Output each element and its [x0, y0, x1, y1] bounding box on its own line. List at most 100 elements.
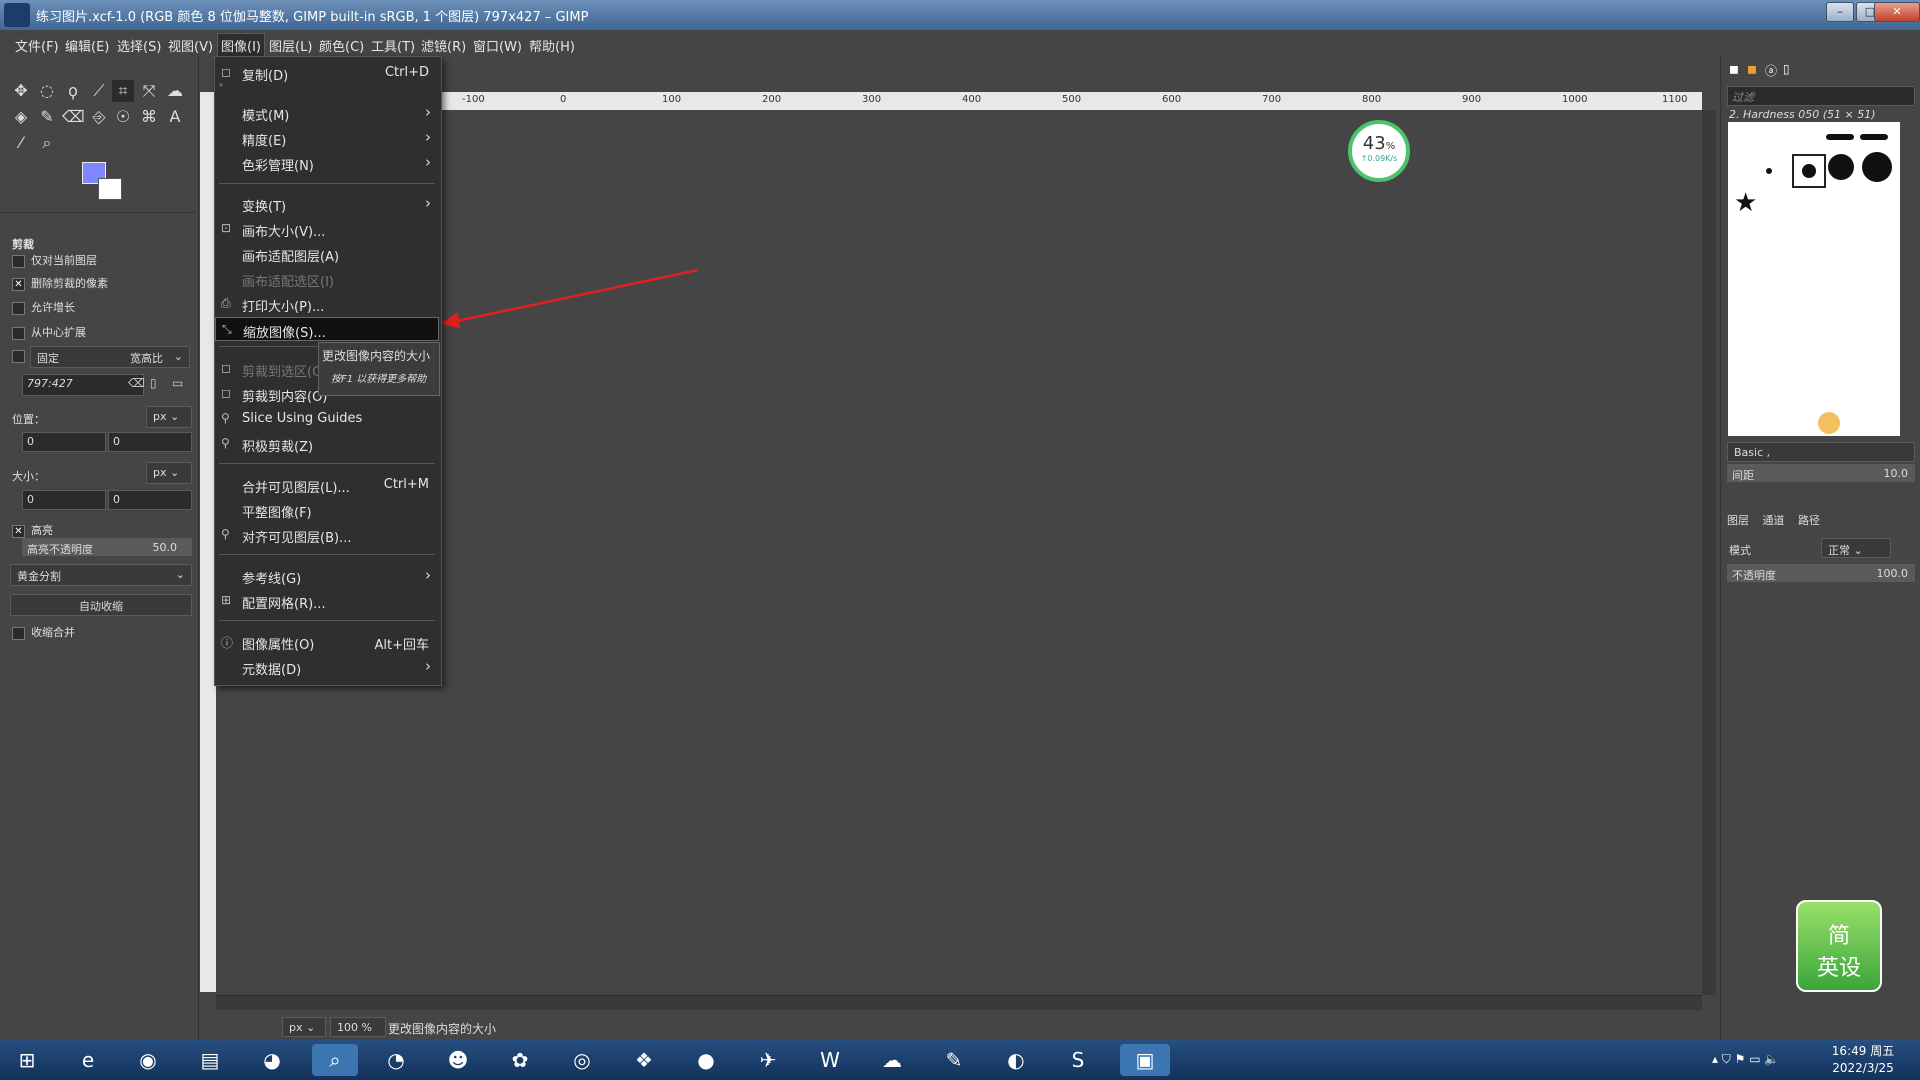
- brush-item[interactable]: [1828, 154, 1854, 180]
- size-unit-select[interactable]: px ⌄: [146, 462, 192, 484]
- menu-duplicate[interactable]: ◻ 复制(D) Ctrl+D: [215, 61, 439, 85]
- wps-icon[interactable]: W: [812, 1044, 848, 1076]
- layer-mode-select[interactable]: 正常 ⌄: [1821, 538, 1891, 558]
- paths-icon[interactable]: ⌘: [138, 106, 160, 128]
- gimp-task-icon[interactable]: ▣: [1120, 1044, 1170, 1076]
- highlight-checkbox[interactable]: ✕ 高亮: [12, 522, 53, 538]
- menu-filters[interactable]: 滤镜(R): [418, 34, 469, 57]
- highlight-opacity-slider[interactable]: 高亮不透明度 50.0: [22, 538, 192, 556]
- menu-color-management[interactable]: 色彩管理(N) ›: [215, 151, 439, 175]
- zoom-tool-icon[interactable]: ⌕: [36, 132, 58, 154]
- position-unit-select[interactable]: px ⌄: [146, 406, 192, 428]
- folder-icon[interactable]: ▤: [192, 1044, 228, 1076]
- brush-item-selected[interactable]: [1792, 154, 1826, 188]
- menu-image-properties[interactable]: ⓘ 图像属性(O) Alt+回车: [215, 630, 439, 654]
- size-y-input[interactable]: 0: [108, 490, 192, 510]
- lasso-icon[interactable]: ϙ: [62, 80, 84, 102]
- menu-print-size[interactable]: ⎙ 打印大小(P)...: [215, 292, 439, 316]
- vertical-scrollbar[interactable]: [1702, 110, 1716, 995]
- sogou-icon[interactable]: S: [1060, 1044, 1096, 1076]
- brush-item[interactable]: [1862, 152, 1892, 182]
- brush-item[interactable]: [1860, 134, 1888, 140]
- fonts-tab-icon[interactable]: ⓐ: [1765, 62, 1777, 79]
- menu-metadata[interactable]: 元数据(D) ›: [215, 655, 439, 679]
- menu-windows[interactable]: 窗口(W): [470, 34, 525, 57]
- star-brush-icon[interactable]: ★: [1734, 188, 1757, 218]
- unit-select[interactable]: px ⌄: [282, 1017, 326, 1037]
- size-x-input[interactable]: 0: [22, 490, 106, 510]
- menu-zealous-crop[interactable]: ⚲ 积极剪裁(Z): [215, 432, 439, 456]
- menu-slice-guides[interactable]: ⚲ Slice Using Guides: [215, 407, 439, 431]
- horizontal-scrollbar[interactable]: [216, 995, 1702, 1010]
- close-button[interactable]: ✕: [1874, 2, 1920, 22]
- media-icon[interactable]: ◎: [564, 1044, 600, 1076]
- tab-channels[interactable]: 通道: [1763, 514, 1785, 527]
- app-icon[interactable]: ✿: [502, 1044, 538, 1076]
- tray-icons[interactable]: ▴ ⛉ ⚑ ▭ 🔈: [1712, 1052, 1779, 1067]
- brush-filter-input[interactable]: 过滤: [1727, 86, 1915, 106]
- tab-layers[interactable]: 图层: [1727, 514, 1749, 527]
- brush-set-select[interactable]: Basic ,: [1727, 442, 1915, 462]
- menu-tools[interactable]: 工具(T): [368, 34, 418, 57]
- crop-tool-icon[interactable]: ⌗: [112, 80, 134, 102]
- patterns-tab-icon[interactable]: ◼: [1747, 62, 1757, 76]
- start-button[interactable]: ⊞: [4, 1044, 50, 1076]
- menu-align-layers[interactable]: ⚲ 对齐可见图层(B)...: [215, 523, 439, 547]
- menu-file[interactable]: 文件(F): [12, 34, 62, 57]
- menu-configure-grid[interactable]: ⊞ 配置网格(R)...: [215, 589, 439, 613]
- brush-item[interactable]: [1818, 412, 1840, 434]
- menu-colors[interactable]: 颜色(C): [316, 34, 367, 57]
- browser-icon[interactable]: ◉: [130, 1044, 166, 1076]
- menu-merge-visible[interactable]: 合并可见图层(L)... Ctrl+M: [215, 473, 439, 497]
- transform-tool-icon[interactable]: ⤧: [138, 80, 160, 102]
- layer-opacity-slider[interactable]: 不透明度 100.0: [1727, 564, 1915, 582]
- portrait-icon[interactable]: ▯: [150, 376, 157, 390]
- baidu-netdisk-icon[interactable]: ☁: [874, 1044, 910, 1076]
- menu-mode[interactable]: 模式(M) ›: [215, 101, 439, 125]
- position-y-input[interactable]: 0: [108, 432, 192, 452]
- fuzzy-select-icon[interactable]: ⟋: [88, 80, 110, 102]
- paintbrush-icon[interactable]: ✎: [36, 106, 58, 128]
- menu-layer[interactable]: 图层(L): [266, 34, 315, 57]
- app-icon[interactable]: ✎: [936, 1044, 972, 1076]
- brush-spacing-slider[interactable]: 间距 10.0: [1727, 464, 1915, 482]
- current-layer-only-checkbox[interactable]: 仅对当前图层: [12, 252, 97, 268]
- search-app-icon[interactable]: ⌕: [312, 1044, 358, 1076]
- auto-shrink-button[interactable]: 自动收缩: [10, 594, 192, 616]
- menu-view[interactable]: 视图(V): [165, 34, 216, 57]
- firefox-icon[interactable]: ◐: [998, 1044, 1034, 1076]
- menu-edit[interactable]: 编辑(E): [62, 34, 112, 57]
- fixed-mode-select[interactable]: 固定 宽高比 ⌄: [30, 346, 190, 368]
- background-color-swatch[interactable]: [98, 178, 122, 200]
- ellipse-select-icon[interactable]: ◌: [36, 80, 58, 102]
- clock[interactable]: 16:49 周五 2022/3/25: [1828, 1043, 1898, 1077]
- bucket-fill-icon[interactable]: ◈: [10, 106, 32, 128]
- fixed-checkbox[interactable]: [12, 349, 31, 363]
- recorder-icon[interactable]: ●: [688, 1044, 724, 1076]
- allow-grow-checkbox[interactable]: 允许增长: [12, 299, 75, 315]
- eraser-icon[interactable]: ⌫: [62, 106, 85, 128]
- position-x-input[interactable]: 0: [22, 432, 106, 452]
- shrink-merged-checkbox[interactable]: 收缩合并: [12, 624, 75, 640]
- document-tab-icon[interactable]: ▯: [1783, 62, 1790, 76]
- landscape-icon[interactable]: ▭: [172, 376, 183, 390]
- app-icon[interactable]: ◔: [378, 1044, 414, 1076]
- brush-item[interactable]: [1766, 168, 1772, 174]
- text-tool-icon[interactable]: A: [164, 106, 186, 128]
- expand-center-checkbox[interactable]: 从中心扩展: [12, 324, 86, 340]
- menu-fit-canvas-layers[interactable]: 画布适配图层(A): [215, 242, 439, 266]
- ratio-field[interactable]: 797:427: [22, 374, 144, 396]
- menu-transform[interactable]: 变换(T) ›: [215, 192, 439, 216]
- brushes-tab-icon[interactable]: ◼: [1729, 62, 1739, 76]
- network-speed-widget[interactable]: 43% ↑0.09K/s: [1348, 120, 1410, 182]
- menu-precision[interactable]: 精度(E) ›: [215, 126, 439, 150]
- brush-grid[interactable]: ★: [1728, 122, 1900, 436]
- tear-off-handle[interactable]: ꜙ: [215, 83, 439, 93]
- ie-icon[interactable]: e: [70, 1044, 106, 1076]
- app-icon[interactable]: ❖: [626, 1044, 662, 1076]
- guides-select[interactable]: 黄金分割 ⌄: [10, 564, 192, 586]
- zoom-select[interactable]: 100 % ⌄: [330, 1017, 386, 1047]
- menu-canvas-size[interactable]: ⊡ 画布大小(V)...: [215, 217, 439, 241]
- brush-item[interactable]: [1826, 134, 1854, 140]
- menu-help[interactable]: 帮助(H): [526, 34, 578, 57]
